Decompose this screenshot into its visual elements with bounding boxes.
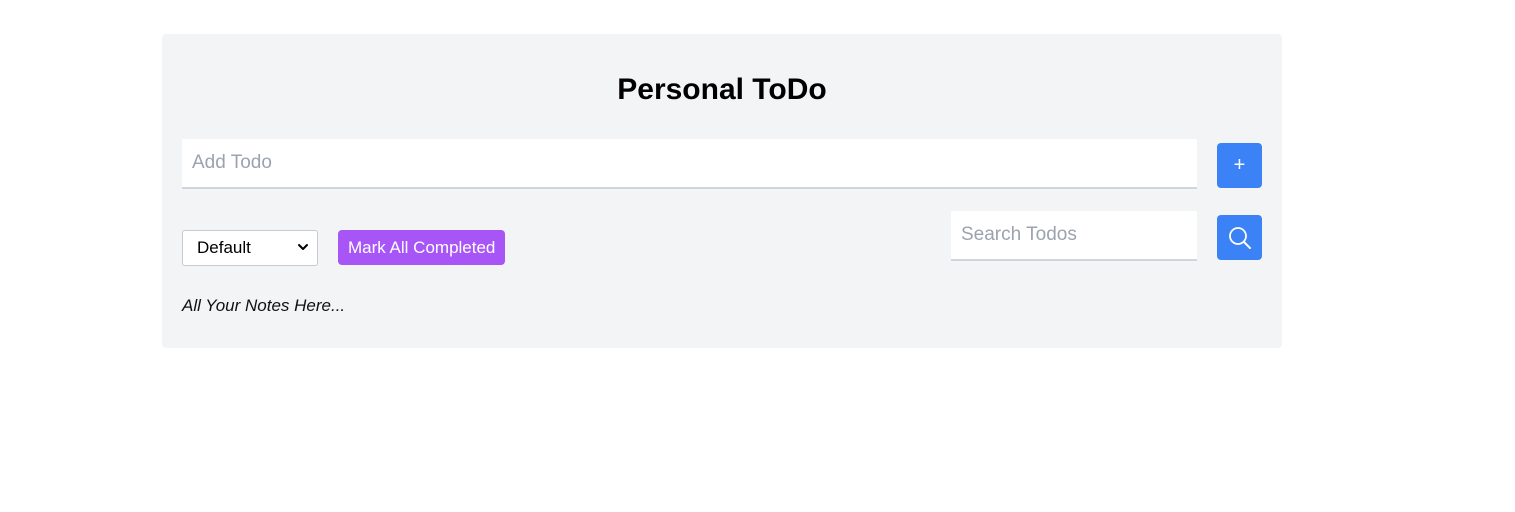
notes-empty-text: All Your Notes Here... [182, 296, 346, 315]
page-title: Personal ToDo [617, 73, 827, 106]
search-input[interactable] [951, 211, 1197, 261]
search-button[interactable] [1217, 215, 1262, 260]
chevron-down-icon [298, 244, 308, 250]
search-icon [1228, 226, 1251, 249]
add-todo-button[interactable]: + [1217, 143, 1262, 188]
filter-select[interactable]: Default [182, 230, 318, 266]
todo-card: Personal ToDo + Default Mark All Complet… [162, 34, 1282, 348]
add-todo-input[interactable] [182, 139, 1197, 189]
filter-select-value: Default [197, 238, 251, 257]
mark-all-completed-button[interactable]: Mark All Completed [338, 230, 506, 265]
